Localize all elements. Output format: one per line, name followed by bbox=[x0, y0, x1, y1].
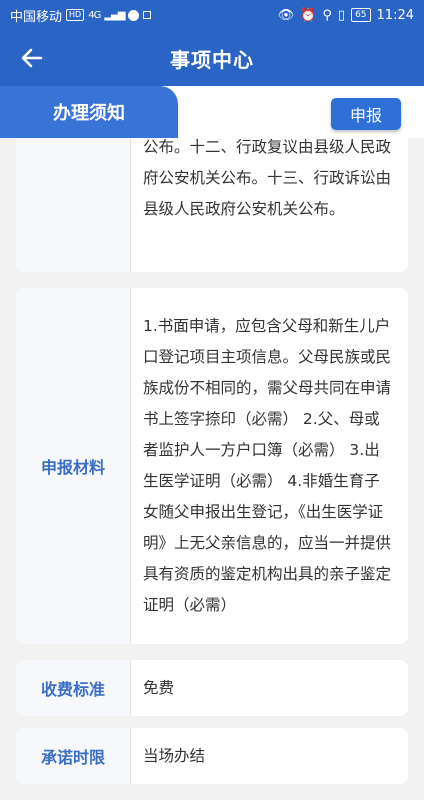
item-label: 申报材料 bbox=[16, 288, 130, 644]
vibrate-icon: ▯ bbox=[337, 7, 346, 23]
item-label: 收费标准 bbox=[16, 660, 130, 716]
item-value: 公布。十二、行政复议由县级人民政府公安机关公布。十三、行政诉讼由县级人民政府公安… bbox=[143, 138, 392, 218]
signal-icon: ▂▄▆ bbox=[104, 9, 125, 21]
info-card: 申报材料 1.书面申请，应包含父母和新生儿户口登记项目主项信息。父母民族或民族成… bbox=[16, 288, 408, 644]
alarm-icon: ⏰ bbox=[300, 7, 317, 23]
location-icon: ⚲ bbox=[322, 7, 332, 23]
submit-button[interactable]: 申报 bbox=[331, 98, 401, 130]
info-card: 公布。十二、行政复议由县级人民政府公安机关公布。十三、行政诉讼由县级人民政府公安… bbox=[16, 138, 408, 272]
content-list[interactable]: 公布。十二、行政复议由县级人民政府公安机关公布。十三、行政诉讼由县级人民政府公安… bbox=[0, 138, 424, 800]
status-bar: 中国移动 HD 4G ▂▄▆ 👁 ⏰ ⚲ ▯ 65 11:24 bbox=[0, 0, 424, 30]
battery-icon: 65 bbox=[351, 8, 371, 22]
tab-notice[interactable]: 办理须知 bbox=[0, 86, 178, 138]
notification-square-icon bbox=[143, 11, 152, 19]
item-value: 1.书面申请，应包含父母和新生儿户口登记项目主项信息。父母民族或民族成份不相同的… bbox=[143, 317, 392, 614]
page-title: 事项中心 bbox=[170, 47, 254, 72]
tab-row: 办理须知 申报 bbox=[0, 86, 424, 138]
app-notification-icon bbox=[128, 9, 140, 21]
back-button[interactable] bbox=[12, 38, 52, 78]
item-label bbox=[16, 138, 130, 272]
carrier-name: 中国移动 bbox=[10, 9, 63, 25]
status-left: 中国移动 HD 4G ▂▄▆ bbox=[10, 6, 278, 25]
clock-time: 11:24 bbox=[376, 7, 414, 23]
info-card: 收费标准 免费 bbox=[16, 660, 408, 716]
hd-badge: HD bbox=[66, 9, 85, 21]
item-label: 承诺时限 bbox=[16, 728, 130, 784]
item-value: 免费 bbox=[143, 678, 175, 697]
status-right: 👁 ⏰ ⚲ ▯ 65 11:24 bbox=[278, 8, 414, 23]
nav-bar: 事项中心 bbox=[0, 30, 424, 86]
eye-icon: 👁 bbox=[277, 7, 295, 23]
arrow-left-icon bbox=[21, 48, 43, 68]
network-type: 4G bbox=[88, 9, 101, 21]
info-card: 承诺时限 当场办结 bbox=[16, 728, 408, 784]
item-value: 当场办结 bbox=[143, 746, 206, 765]
